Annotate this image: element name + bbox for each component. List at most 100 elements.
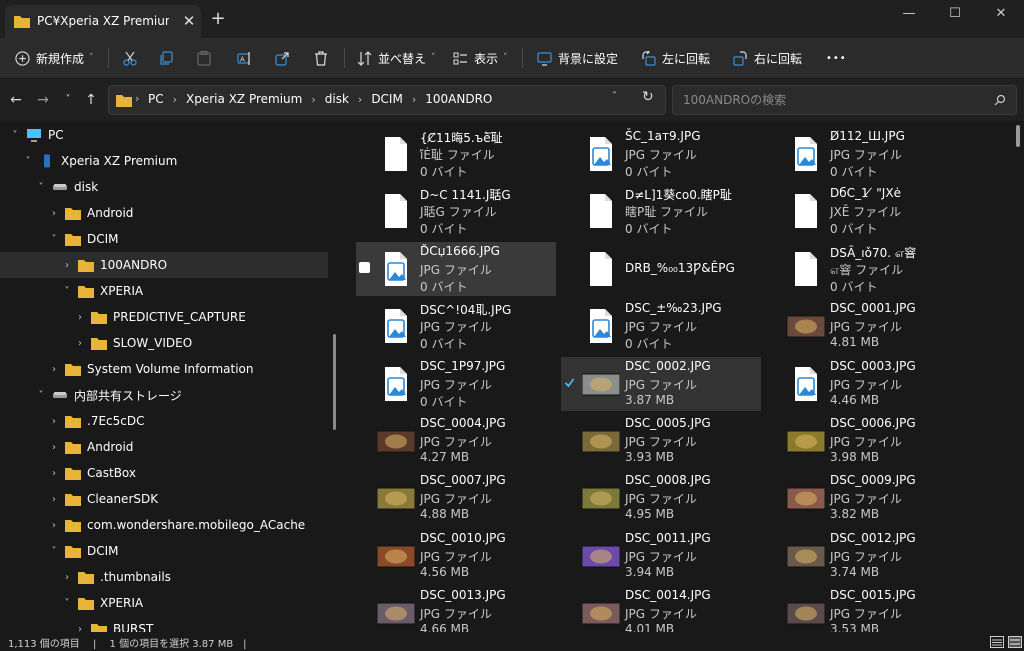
chevron-down-icon[interactable]: ˅	[47, 546, 61, 557]
sidebar-item[interactable]: ˅ DCIM	[0, 226, 328, 252]
file-item[interactable]: ŠC_1aт9.JPG JPG ファイル 0 バイト	[561, 127, 761, 181]
refresh-icon[interactable]: ↻	[642, 89, 654, 105]
file-item[interactable]: DSC_0012.JPG JPG ファイル 3.74 MB	[766, 529, 966, 583]
sidebar-item[interactable]: › .7Ec5cDC	[0, 408, 328, 434]
file-item[interactable]: D̆Cџ1666.JPG JPG ファイル 0 バイト	[356, 241, 556, 296]
new-button[interactable]: 新規作成 ˅	[14, 38, 94, 78]
file-item[interactable]: DSC_1P97.JPG JPG ファイル 0 バイト	[356, 357, 556, 411]
file-item[interactable]: DбC_1 ̸ "JXе̇ JXĒ ファイル 0 バイト	[766, 184, 966, 238]
minimize-button[interactable]: —	[886, 0, 932, 30]
file-item[interactable]: D≠L]1葵co0.瞎P耻 瞎P耻 ファイル 0 バイト	[561, 184, 761, 238]
sidebar-item[interactable]: › 100ANDRO	[0, 252, 328, 278]
cut-button[interactable]	[122, 38, 138, 78]
file-item[interactable]: D~C 1141.J聒G J聒G ファイル 0 バイト	[356, 184, 556, 238]
file-item[interactable]: DSC_0008.JPG JPG ファイル 4.95 MB	[561, 471, 761, 525]
file-item[interactable]: D̸112_Ш.JPG JPG ファイル 0 バイト	[766, 127, 966, 181]
sidebar-item[interactable]: › CleanerSDK	[0, 486, 328, 512]
file-item[interactable]: DSC_0010.JPG JPG ファイル 4.56 MB	[356, 529, 556, 583]
tiles-view-icon[interactable]	[1008, 636, 1022, 648]
file-item[interactable]: DSC_0002.JPG JPG ファイル 3.87 MB	[561, 356, 761, 411]
chevron-right-icon[interactable]: ›	[47, 494, 61, 505]
file-item[interactable]: DSC_0003.JPG JPG ファイル 4.46 MB	[766, 357, 966, 411]
chevron-right-icon[interactable]: ›	[73, 338, 87, 349]
sidebar-item[interactable]: ˅ PC	[0, 122, 328, 148]
paste-button[interactable]	[196, 38, 212, 78]
sidebar-item[interactable]: › PREDICTIVE_CAPTURE	[0, 304, 328, 330]
breadcrumb-item[interactable]: 100ANDRO	[425, 92, 492, 106]
rotate-left-button[interactable]: 左に回転	[640, 38, 710, 78]
maximize-button[interactable]: ☐	[932, 0, 978, 30]
chevron-down-icon[interactable]: ˅	[60, 598, 74, 609]
chevron-right-icon[interactable]: ›	[47, 468, 61, 479]
sidebar-item[interactable]: › CastBox	[0, 460, 328, 486]
up-arrow-icon[interactable]: ↑	[81, 90, 101, 110]
chevron-right-icon[interactable]: ›	[73, 312, 87, 323]
breadcrumb-item[interactable]: Xperia XZ Premium	[186, 92, 302, 106]
sidebar-item[interactable]: › System Volume Information	[0, 356, 328, 382]
chevron-down-icon[interactable]: ˅	[47, 234, 61, 245]
details-view-icon[interactable]	[990, 636, 1004, 648]
file-item[interactable]: DSC_0005.JPG JPG ファイル 3.93 MB	[561, 414, 761, 468]
close-tab-icon[interactable]: ✕	[179, 11, 199, 31]
back-arrow-icon[interactable]: ←	[6, 90, 26, 110]
file-item[interactable]: DSÃ_ıǒ70. எ窨 எ窨 ファイル 0 バイト	[766, 242, 966, 296]
file-item[interactable]: DSC_0013.JPG JPG ファイル 4.66 MB	[356, 586, 556, 632]
file-item[interactable]: DSC_0011.JPG JPG ファイル 3.94 MB	[561, 529, 761, 583]
sidebar-item[interactable]: ˅ DCIM	[0, 538, 328, 564]
checkbox[interactable]	[564, 377, 575, 388]
file-item[interactable]: DSC^!04耴.JPG JPG ファイル 0 バイト	[356, 299, 556, 353]
file-item[interactable]: DSC_0004.JPG JPG ファイル 4.27 MB	[356, 414, 556, 468]
chevron-right-icon[interactable]: ›	[47, 208, 61, 219]
file-item[interactable]: DSC_0006.JPG JPG ファイル 3.98 MB	[766, 414, 966, 468]
rename-button[interactable]: A	[236, 38, 252, 78]
file-item[interactable]: DSC_0009.JPG JPG ファイル 3.82 MB	[766, 471, 966, 525]
tab[interactable]: PC¥Xperia XZ Premium¥ ✕	[5, 5, 201, 38]
recent-locations-chevron-icon[interactable]: ˅	[58, 90, 78, 110]
more-button[interactable]: •••	[826, 38, 847, 78]
chevron-down-icon[interactable]: ˅	[34, 182, 48, 193]
sidebar-item[interactable]: › .thumbnails	[0, 564, 328, 590]
sidebar-item[interactable]: ˅ Xperia XZ Premium	[0, 148, 328, 174]
rotate-right-button[interactable]: 右に回転	[732, 38, 802, 78]
chevron-right-icon[interactable]: ›	[47, 416, 61, 427]
chevron-right-icon[interactable]: ›	[60, 572, 74, 583]
breadcrumb-item[interactable]: DCIM	[371, 92, 403, 106]
sidebar-item[interactable]: › Android	[0, 434, 328, 460]
chevron-right-icon[interactable]: ›	[47, 364, 61, 375]
sidebar-item[interactable]: ˅ XPERIA	[0, 590, 328, 616]
chevron-right-icon[interactable]: ›	[47, 520, 61, 531]
sidebar-item[interactable]: › BURST	[0, 616, 328, 632]
sidebar-item[interactable]: › Android	[0, 200, 328, 226]
chevron-right-icon[interactable]: ›	[73, 624, 87, 633]
chevron-right-icon[interactable]: ›	[47, 442, 61, 453]
file-item[interactable]: DSC_0007.JPG JPG ファイル 4.88 MB	[356, 471, 556, 525]
new-tab-button[interactable]: +	[208, 9, 228, 29]
file-item[interactable]: DSC_±‰23.JPG JPG ファイル 0 バイト	[561, 299, 761, 353]
forward-arrow-icon[interactable]: →	[33, 90, 53, 110]
sidebar-item[interactable]: › SLOW_VIDEO	[0, 330, 328, 356]
sidebar-item[interactable]: ˅ 内部共有ストレージ	[0, 382, 328, 408]
content-scrollbar[interactable]	[1016, 125, 1020, 147]
copy-button[interactable]	[158, 38, 174, 78]
share-button[interactable]	[274, 38, 290, 78]
chevron-down-icon[interactable]: ˅	[34, 390, 48, 401]
delete-button[interactable]	[313, 38, 329, 78]
breadcrumb-item[interactable]: PC	[148, 92, 164, 106]
close-window-button[interactable]: ✕	[978, 0, 1024, 30]
search-input[interactable]	[681, 92, 985, 108]
chevron-down-icon[interactable]: ˅	[612, 91, 617, 102]
search-icon[interactable]	[994, 94, 1006, 106]
sidebar-item[interactable]: › com.wondershare.mobilego_ACache	[0, 512, 328, 538]
chevron-down-icon[interactable]: ˅	[60, 286, 74, 297]
breadcrumb-item[interactable]: disk	[325, 92, 349, 106]
checkbox[interactable]	[359, 261, 370, 273]
chevron-right-icon[interactable]: ›	[60, 260, 74, 271]
sidebar-item[interactable]: ˅ XPERIA	[0, 278, 328, 304]
sidebar-scrollbar[interactable]	[333, 334, 336, 430]
chevron-down-icon[interactable]: ˅	[21, 156, 35, 167]
sort-button[interactable]: 並べ替え ˅	[356, 38, 436, 78]
file-item[interactable]: DSC_0001.JPG JPG ファイル 4.81 MB	[766, 299, 966, 353]
file-item[interactable]: DSC_0015.JPG JPG ファイル 3.53 MB	[766, 586, 966, 632]
sidebar-item[interactable]: ˅ disk	[0, 174, 328, 200]
file-item[interactable]: {C̸11晦5.ъè̅耻 ǐ́Ė耻 ファイル 0 バイト	[356, 127, 556, 181]
